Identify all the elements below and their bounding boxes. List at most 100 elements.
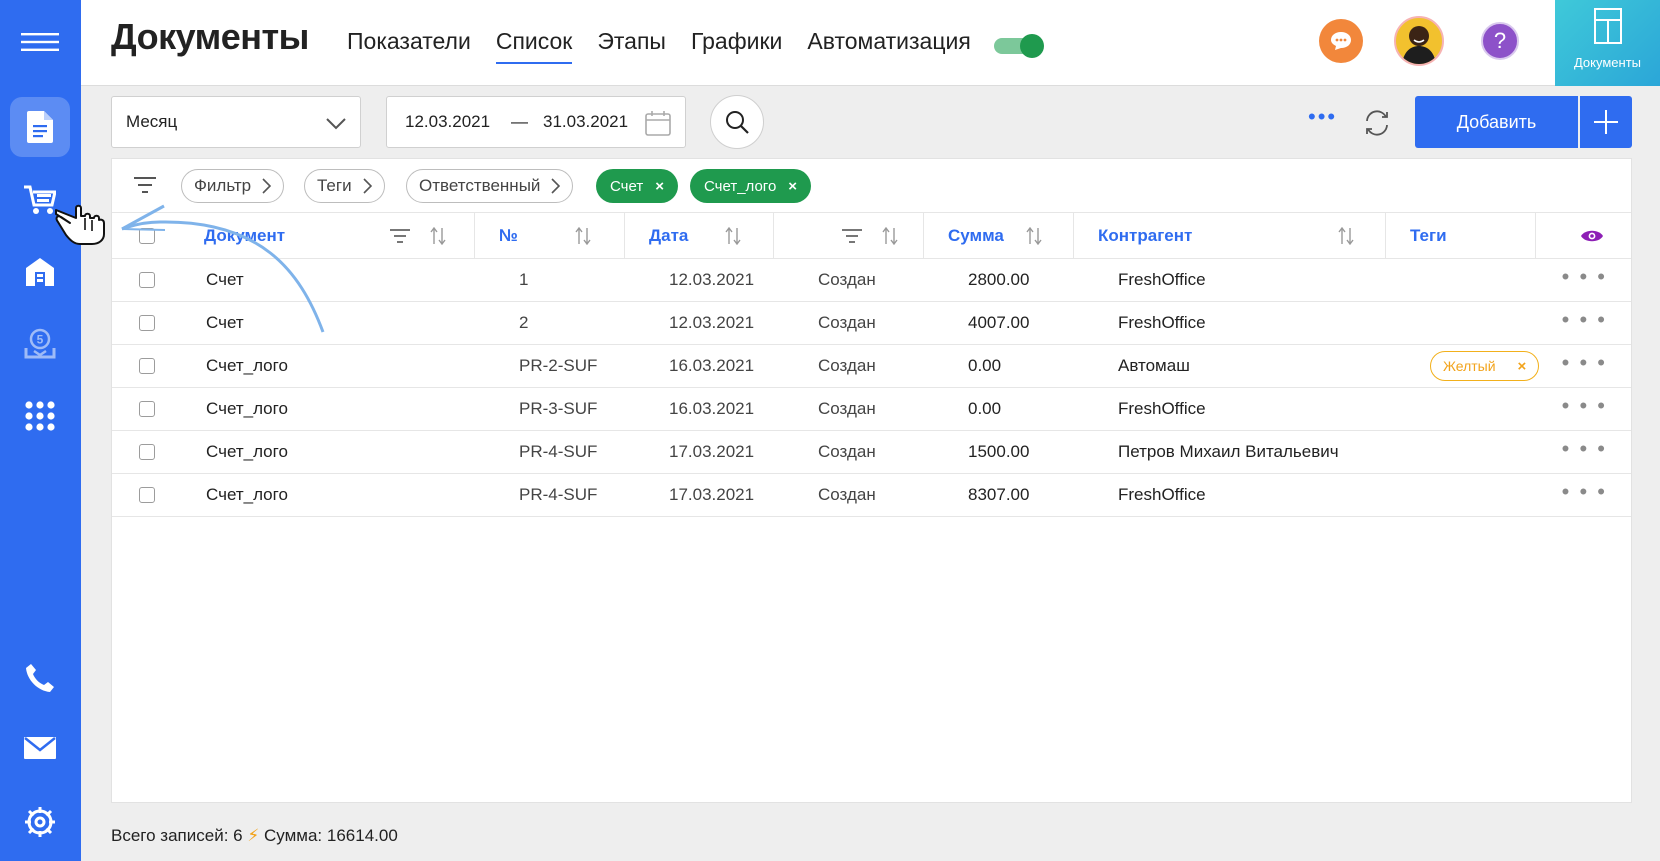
cell-status: Создан [818,442,876,461]
column-header-status[interactable] [774,213,924,259]
search-button[interactable] [710,95,764,149]
cell-document[interactable]: Счет_лого [206,485,288,505]
date-range-picker[interactable]: 12.03.2021 — 31.03.2021 [386,96,686,148]
warehouse-icon [26,258,54,286]
row-checkbox[interactable] [139,444,155,460]
cell-document[interactable]: Счет_лого [206,442,288,462]
tab-stages[interactable]: Этапы [597,28,666,64]
row-menu-icon[interactable]: • • • [1562,395,1607,417]
sort-icon[interactable] [575,227,591,245]
cell-contractor[interactable]: Автомаш [1118,356,1190,376]
filter-chip[interactable]: Фильтр [181,169,285,203]
sidebar-item-sales[interactable] [10,170,70,230]
user-avatar[interactable] [1394,16,1444,66]
row-menu-icon[interactable]: • • • [1562,309,1607,331]
row-menu-icon[interactable]: • • • [1562,438,1607,460]
column-header-number[interactable]: № [475,213,625,259]
column-header-contractor[interactable]: Контрагент [1074,213,1386,259]
sidebar-item-downloads[interactable]: 5 [10,314,70,374]
date-from[interactable]: 12.03.2021 [405,112,490,132]
row-checkbox[interactable] [139,315,155,331]
sort-icon[interactable] [1026,227,1042,245]
responsible-chip[interactable]: Ответственный [406,169,574,203]
period-select[interactable]: Месяц [111,96,361,148]
active-tag-label: Счет_лого [704,177,777,195]
table-row[interactable]: Счет_лого PR-4-SUF 17.03.2021 Создан 830… [112,474,1631,517]
column-header-date[interactable]: Дата [625,213,774,259]
active-tag-chip[interactable]: Счет × [596,169,678,203]
cell-contractor[interactable]: FreshOffice [1118,399,1206,419]
date-to[interactable]: 31.03.2021 [543,112,628,132]
plus-icon [1594,110,1618,134]
cell-document[interactable]: Счет_лого [206,399,288,419]
tab-indicators[interactable]: Показатели [347,28,471,64]
remove-tag-icon[interactable]: × [655,178,664,195]
documents-tile[interactable]: Документы [1555,0,1660,86]
tab-charts[interactable]: Графики [691,28,782,64]
sort-icon[interactable] [725,227,741,245]
cart-icon [24,185,56,214]
cell-contractor[interactable]: FreshOffice [1118,270,1206,290]
settings-gear-icon [25,807,55,837]
remove-tag-icon[interactable]: × [1518,358,1527,375]
sidebar-item-settings[interactable] [10,792,70,852]
sidebar-item-mail[interactable] [10,718,70,778]
period-value: Месяц [126,112,178,131]
cell-contractor[interactable]: FreshOffice [1118,313,1206,333]
active-tag-label: Счет [610,177,644,195]
cell-document[interactable]: Счет [206,313,244,333]
row-checkbox[interactable] [139,358,155,374]
chat-button[interactable] [1319,19,1363,63]
cell-status: Создан [818,313,876,332]
cell-number: PR-3-SUF [519,399,598,418]
table-row[interactable]: Счет_лого PR-2-SUF 16.03.2021 Создан 0.0… [112,345,1631,388]
row-menu-icon[interactable]: • • • [1562,266,1607,288]
more-options-icon[interactable]: ••• [1308,106,1337,128]
column-header-sum[interactable]: Сумма [924,213,1074,259]
table-row[interactable]: Счет 1 12.03.2021 Создан 2800.00 FreshOf… [112,259,1631,302]
select-all-checkbox[interactable] [139,228,155,244]
tag-badge[interactable]: Желтый × [1430,351,1540,381]
cell-contractor[interactable]: FreshOffice [1118,485,1206,505]
table-row[interactable]: Счет 2 12.03.2021 Создан 4007.00 FreshOf… [112,302,1631,345]
cell-document[interactable]: Счет [206,270,244,290]
sort-icon[interactable] [1338,227,1354,245]
row-checkbox[interactable] [139,401,155,417]
filter-lines-icon[interactable] [842,229,862,243]
cell-contractor[interactable]: Петров Михаил Витальевич [1118,442,1339,462]
help-button[interactable]: ? [1481,22,1519,60]
svg-text:5: 5 [37,333,44,347]
sort-icon[interactable] [430,227,446,245]
cell-document[interactable]: Счет_лого [206,356,288,376]
table-row[interactable]: Счет_лого PR-3-SUF 16.03.2021 Создан 0.0… [112,388,1631,431]
sidebar-item-documents[interactable] [10,97,70,157]
cell-sum: 0.00 [968,399,1002,418]
sidebar-item-calls[interactable] [10,648,70,708]
row-menu-icon[interactable]: • • • [1562,352,1607,374]
sidebar-item-apps[interactable] [10,386,70,446]
table-row[interactable]: Счет_лого PR-4-SUF 17.03.2021 Создан 150… [112,431,1631,474]
calendar-icon[interactable] [645,110,671,136]
active-tag-chip[interactable]: Счет_лого × [690,169,812,203]
filter-lines-icon[interactable] [134,177,156,193]
row-menu-icon[interactable]: • • • [1562,481,1607,503]
eye-icon[interactable] [1580,228,1604,244]
total-sum: Сумма: 16614.00 [264,826,398,845]
refresh-icon[interactable] [1362,108,1392,138]
tags-chip[interactable]: Теги [304,169,385,203]
add-dropdown-button[interactable] [1580,96,1632,148]
row-checkbox[interactable] [139,272,155,288]
filter-lines-icon[interactable] [390,229,410,243]
column-header-tags[interactable]: Теги [1386,213,1536,259]
chat-bubble-icon [1331,32,1351,50]
add-button[interactable]: Добавить [1415,96,1578,148]
sidebar-item-warehouse[interactable] [10,242,70,302]
tab-automation[interactable]: Автоматизация [807,28,970,64]
column-header-document[interactable]: Документ [180,213,475,259]
tab-list[interactable]: Список [495,28,572,64]
automation-toggle[interactable] [994,34,1044,58]
menu-icon[interactable] [10,12,70,72]
remove-tag-icon[interactable]: × [788,178,797,195]
row-checkbox[interactable] [139,487,155,503]
sort-icon[interactable] [882,227,898,245]
